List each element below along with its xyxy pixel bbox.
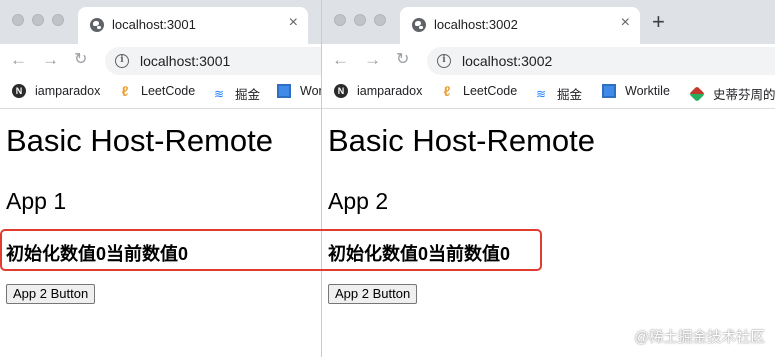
tab-localhost-3001[interactable]: localhost:3001 ×: [78, 7, 308, 44]
address-bar[interactable]: i localhost:3001: [105, 47, 321, 75]
window-controls: [12, 14, 64, 26]
tab-bar: localhost:3002 × +: [322, 0, 775, 44]
page-heading: Basic Host-Remote: [6, 123, 274, 158]
forward-arrow-icon[interactable]: →: [364, 50, 381, 70]
forward-arrow-icon[interactable]: →: [42, 50, 59, 70]
tab-title: localhost:3001: [112, 17, 196, 32]
close-window-button[interactable]: [334, 14, 346, 26]
leetcode-icon: ℓ: [443, 83, 451, 99]
tab-localhost-3002[interactable]: localhost:3002 ×: [400, 7, 640, 44]
page-content: Basic Host-Remote App 1 初始化数值0当前数值0 App …: [0, 110, 321, 357]
bookmark-label: LeetCode: [463, 84, 518, 98]
info-icon[interactable]: i: [115, 54, 129, 68]
juejin-icon: ≋: [213, 86, 225, 101]
bookmark-iamparadox[interactable]: N iamparadox: [334, 84, 422, 98]
tab-title: localhost:3002: [434, 17, 518, 32]
bookmark-other[interactable]: 史蒂芬周的: [689, 84, 775, 103]
new-tab-icon[interactable]: +: [652, 11, 665, 33]
bookmark-juejin[interactable]: ≋ 掘金: [212, 84, 260, 103]
info-icon[interactable]: i: [437, 54, 451, 68]
browser-toolbar: ← → ↻ i localhost:3002: [322, 44, 775, 77]
tab-bar: localhost:3001 ×: [0, 0, 321, 44]
bookmark-label: iamparadox: [35, 84, 101, 98]
back-arrow-icon[interactable]: ←: [332, 50, 349, 70]
globe-icon: [412, 18, 426, 32]
close-window-button[interactable]: [12, 14, 24, 26]
close-icon[interactable]: ×: [289, 15, 298, 31]
maximize-window-button[interactable]: [374, 14, 386, 26]
notion-icon: N: [12, 84, 26, 98]
address-bar[interactable]: i localhost:3002: [427, 47, 775, 75]
reload-icon[interactable]: ↻: [396, 50, 409, 70]
browser-window-left: localhost:3001 × ← → ↻ i localhost:3001 …: [0, 0, 321, 357]
page-heading: Basic Host-Remote: [328, 123, 596, 158]
leetcode-icon: ℓ: [121, 83, 129, 99]
bookmark-leetcode[interactable]: ℓ LeetCode: [440, 83, 518, 99]
bookmark-worktile[interactable]: Wor: [277, 84, 321, 98]
bookmark-juejin[interactable]: ≋ 掘金: [534, 84, 582, 103]
bookmarks-bar: N iamparadox ℓ LeetCode ≋ 掘金 Worktile 史蒂…: [322, 77, 775, 109]
bookmark-label: LeetCode: [141, 84, 196, 98]
bookmarks-bar: N iamparadox ℓ LeetCode ≋ 掘金 Wor: [0, 77, 321, 109]
app-title: App 1: [6, 188, 67, 214]
page-content: Basic Host-Remote App 2 初始化数值0当前数值0 App …: [322, 110, 775, 357]
worktile-icon: [602, 84, 616, 98]
bookmark-label: 掘金: [557, 88, 583, 102]
window-controls: [334, 14, 386, 26]
notion-icon: N: [334, 84, 348, 98]
app-2-button[interactable]: App 2 Button: [328, 284, 418, 304]
counter-text: 初始化数值0当前数值0: [6, 244, 189, 264]
bookmark-label: 史蒂芬周的: [713, 88, 775, 102]
url-text[interactable]: localhost:3001: [140, 53, 230, 69]
app-title: App 2: [328, 188, 389, 214]
minimize-window-button[interactable]: [32, 14, 44, 26]
watermark: @稀土掘金技术社区: [634, 330, 765, 346]
juejin-icon: ≋: [535, 86, 547, 101]
bookmark-label: 掘金: [235, 88, 261, 102]
bookmark-icon: [689, 85, 705, 102]
worktile-icon: [277, 84, 291, 98]
bookmark-iamparadox[interactable]: N iamparadox: [12, 84, 100, 98]
app-2-button[interactable]: App 2 Button: [6, 284, 96, 304]
browser-window-right: localhost:3002 × + ← → ↻ i localhost:300…: [321, 0, 775, 357]
close-icon[interactable]: ×: [621, 15, 630, 31]
reload-icon[interactable]: ↻: [74, 50, 87, 70]
browser-toolbar: ← → ↻ i localhost:3001: [0, 44, 321, 77]
counter-text: 初始化数值0当前数值0: [328, 244, 511, 264]
bookmark-label: Wor: [300, 84, 321, 98]
bookmark-worktile[interactable]: Worktile: [602, 84, 670, 98]
globe-icon: [90, 18, 104, 32]
bookmark-leetcode[interactable]: ℓ LeetCode: [118, 83, 196, 99]
minimize-window-button[interactable]: [354, 14, 366, 26]
back-arrow-icon[interactable]: ←: [10, 50, 27, 70]
url-text[interactable]: localhost:3002: [462, 53, 552, 69]
bookmark-label: Worktile: [625, 84, 670, 98]
bookmark-label: iamparadox: [357, 84, 423, 98]
maximize-window-button[interactable]: [52, 14, 64, 26]
